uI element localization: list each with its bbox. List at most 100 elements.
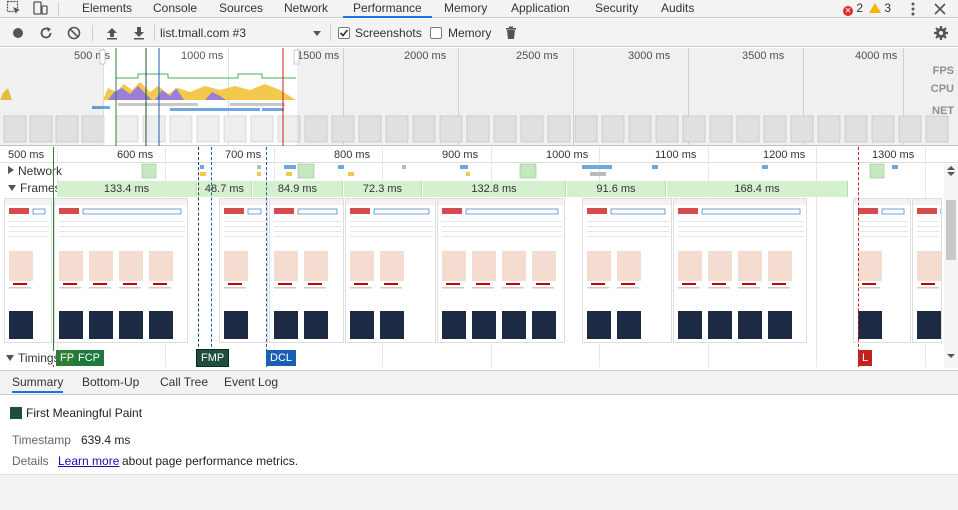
load-marker-line [858,147,859,367]
screenshot-thumbnail[interactable] [912,198,942,343]
ruler-tick: 1000 ms [546,149,589,161]
time-gridline [816,147,817,367]
details-label: Details [12,454,49,468]
screenshot-thumbnail[interactable] [345,198,436,343]
ruler-tick: 800 ms [334,149,371,161]
summary-title: First Meaningful Paint [26,406,143,420]
profile-select-value: list.tmall.com #3 [160,26,247,40]
memory-label: Memory [448,26,492,40]
ruler-tick: 900 ms [442,149,479,161]
event-color-swatch [10,407,22,419]
chevron-down-icon [312,23,322,49]
frame-duration[interactable]: 48.7 ms [198,181,252,197]
dcl-marker[interactable]: DCL [266,350,297,366]
flamechart-scrollbar[interactable] [944,164,958,368]
profile-select[interactable]: list.tmall.com #3 [160,23,324,43]
details-tab-bar: Summary Bottom-Up Call Tree Event Log [0,370,958,395]
ruler-tick: 600 ms [117,149,154,161]
learn-more-link[interactable]: Learn more [58,454,119,468]
device-toolbar-icon[interactable] [32,0,54,18]
dcl-marker-line [211,147,212,367]
summary-panel: First Meaningful Paint Timestamp 639.4 m… [0,396,958,510]
timestamp-value: 639.4 ms [81,433,131,447]
ruler-tick: 1200 ms [763,149,806,161]
toolbar-divider [330,25,331,41]
tab-elements[interactable]: Elements [72,0,142,18]
tab-bottom-up[interactable]: Bottom-Up [82,375,139,389]
network-track-bars [141,163,898,179]
tab-audits[interactable]: Audits [651,0,704,18]
memory-checkbox[interactable] [430,27,442,39]
warning-count: 3 [884,1,892,15]
ruler-tick: 1300 ms [872,149,915,161]
frames-track-label: Frames [20,181,61,195]
ruler-tick: 700 ms [225,149,262,161]
network-track-label: Network [18,164,63,178]
inspect-element-icon[interactable] [6,0,28,18]
screenshot-thumbnail[interactable] [219,198,268,343]
error-count-badge[interactable]: ✕ 2 [843,0,863,18]
expand-icon [8,166,14,174]
tab-security[interactable]: Security [585,0,648,18]
devtools-tab-bar: Elements Console Sources Network Perform… [0,0,958,18]
collapse-icon [8,185,16,191]
overview-graphs [0,48,958,146]
error-count: 2 [856,1,864,15]
save-profile-icon[interactable] [131,25,147,41]
timeline-overview[interactable]: 500 ms 1000 ms 1500 ms 2000 ms 2500 ms 3… [0,48,958,146]
dcl-marker-line [266,147,267,367]
frame-duration[interactable]: 168.4 ms [667,181,848,197]
ruler-tick: 500 ms [8,149,45,161]
time-ruler: 500 ms 600 ms 700 ms 800 ms 900 ms 1000 … [0,147,958,163]
tab-application[interactable]: Application [501,0,580,18]
frame-duration[interactable]: 133.4 ms [57,181,197,197]
fmp-marker-line [198,147,199,367]
screenshots-checkbox[interactable] [338,27,350,39]
close-icon[interactable] [932,0,954,18]
screenshot-thumbnail[interactable] [673,198,807,343]
trash-icon[interactable] [503,25,519,41]
timestamp-label: Timestamp [12,433,71,447]
load-profile-icon[interactable] [104,25,120,41]
tab-summary[interactable]: Summary [12,375,64,393]
ruler-tick: 1100 ms [655,149,697,161]
tab-sources[interactable]: Sources [209,0,273,18]
details-text: about page performance metrics. [122,454,299,468]
screenshot-thumbnail[interactable] [437,198,565,343]
error-icon: ✕ [843,6,853,16]
timings-track-label: Timings [18,351,60,365]
fcp-marker-line [53,147,54,367]
screenshot-thumbnail[interactable] [853,198,911,343]
more-menu-icon[interactable] [905,0,927,18]
screenshots-label: Screenshots [355,26,422,40]
summary-footer [0,475,958,510]
record-icon[interactable] [10,25,26,41]
tab-call-tree[interactable]: Call Tree [160,375,208,389]
toolbar-divider [154,25,155,41]
clear-icon[interactable] [66,25,82,41]
tab-console[interactable]: Console [143,0,207,18]
fmp-marker[interactable]: FMP [195,349,230,367]
screenshot-thumbnail[interactable] [54,198,188,343]
toolbar-divider [92,25,93,41]
toolbar-divider [58,2,59,16]
settings-gear-icon[interactable] [933,25,949,41]
warning-count-badge[interactable]: 3 [869,0,891,18]
timings-track-toggle[interactable]: Timings [6,351,60,365]
tab-network[interactable]: Network [274,0,338,18]
fcp-marker[interactable]: FCP [74,350,104,366]
collapse-icon [6,355,14,361]
warning-icon [869,3,881,13]
reload-icon[interactable] [38,25,54,41]
tab-performance[interactable]: Performance [343,0,432,18]
screenshot-thumbnail[interactable] [269,198,344,343]
performance-toolbar: list.tmall.com #3 Screenshots Memory [0,19,958,47]
frame-duration[interactable]: 132.8 ms [423,181,566,197]
frame-duration[interactable]: 72.3 ms [344,181,422,197]
load-marker[interactable]: L [858,350,873,366]
screenshot-thumbnail[interactable] [582,198,672,343]
tab-event-log[interactable]: Event Log [224,375,278,389]
screenshot-thumbnail[interactable] [4,198,52,343]
tab-memory[interactable]: Memory [434,0,497,18]
frame-duration[interactable]: 91.6 ms [567,181,666,197]
